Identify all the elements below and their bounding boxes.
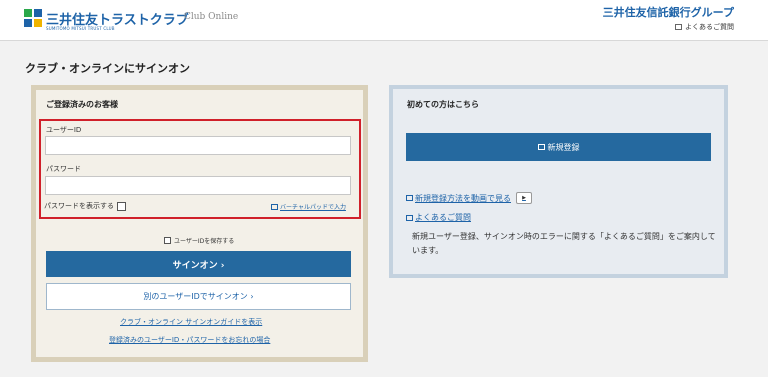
register-label: 新規登録 xyxy=(547,142,580,152)
signon-button[interactable]: サインオン › xyxy=(46,251,351,277)
register-icon xyxy=(537,144,545,150)
new-user-heading: 初めての方はこちら xyxy=(407,100,479,109)
video-guide-link[interactable]: 新規登録方法を動画で見る ▶ xyxy=(406,192,532,204)
show-password-checkbox[interactable] xyxy=(117,201,126,211)
logo-mark-icon xyxy=(24,9,42,27)
play-icon[interactable]: ▶ xyxy=(516,192,532,204)
password-input[interactable] xyxy=(45,176,351,195)
virtual-keyboard-link[interactable]: バーチャルパッドで入力 xyxy=(271,202,346,211)
faq-description: 新規ユーザー登録、サインオン時のエラーに関する「よくあるご質問」をご案内していま… xyxy=(412,232,716,255)
save-user-id-label: ユーザーIDを保存する xyxy=(174,238,235,245)
user-id-input[interactable] xyxy=(45,136,351,155)
link-box-icon xyxy=(406,195,413,201)
link-box-icon xyxy=(675,24,682,30)
page-title: クラブ・オンラインにサインオン xyxy=(25,62,190,75)
faq-link[interactable]: よくあるご質問 xyxy=(406,212,471,223)
forgot-credentials-link[interactable]: 登録済みのユーザーID・パスワードをお忘れの場合 xyxy=(109,335,270,345)
signon-guide-link[interactable]: クラブ・オンライン サインオンガイドを表示 xyxy=(120,317,262,327)
video-guide-label: 新規登録方法を動画で見る xyxy=(415,193,511,203)
register-button[interactable]: 新規登録 xyxy=(406,133,711,161)
show-password-toggle[interactable]: パスワードを表示する xyxy=(44,201,126,211)
site-header: 三井住友トラストクラブ SUMITOMO MITSUI TRUST CLUB C… xyxy=(0,0,768,41)
registered-user-heading: ご登録済みのお客様 xyxy=(46,100,118,109)
logo-subtitle: Club Online xyxy=(184,12,239,22)
new-user-panel-body: 初めての方はこちら 新規登録 新規登録方法を動画で見る ▶ よくあるご質問 新規… xyxy=(393,89,724,274)
show-password-label: パスワードを表示する xyxy=(44,202,114,210)
faq-label: よくあるご質問 xyxy=(415,213,471,222)
virtual-keyboard-label: バーチャルパッドで入力 xyxy=(280,204,346,211)
group-name: 三井住友信託銀行グループ xyxy=(602,6,734,19)
header-faq-label: よくあるご質問 xyxy=(685,23,734,31)
header-faq-link[interactable]: よくあるご質問 xyxy=(675,22,734,32)
save-user-id-toggle[interactable]: ユーザーIDを保存する xyxy=(164,236,234,245)
save-user-id-checkbox[interactable] xyxy=(164,237,171,244)
password-label: パスワード xyxy=(46,165,81,173)
user-id-label: ユーザーID xyxy=(46,126,82,134)
other-id-signon-button[interactable]: 別のユーザーIDでサインオン › xyxy=(46,283,351,310)
keyboard-icon xyxy=(271,203,278,210)
logo-english-text: SUMITOMO MITSUI TRUST CLUB xyxy=(46,26,115,31)
registered-user-panel: ご登録済みのお客様 ユーザーID パスワード パスワードを表示する バーチャルパ… xyxy=(31,85,368,362)
registered-user-panel-body: ご登録済みのお客様 ユーザーID パスワード パスワードを表示する バーチャルパ… xyxy=(36,90,363,357)
link-box-icon xyxy=(406,214,413,221)
new-user-panel: 初めての方はこちら 新規登録 新規登録方法を動画で見る ▶ よくあるご質問 新規… xyxy=(389,85,728,278)
